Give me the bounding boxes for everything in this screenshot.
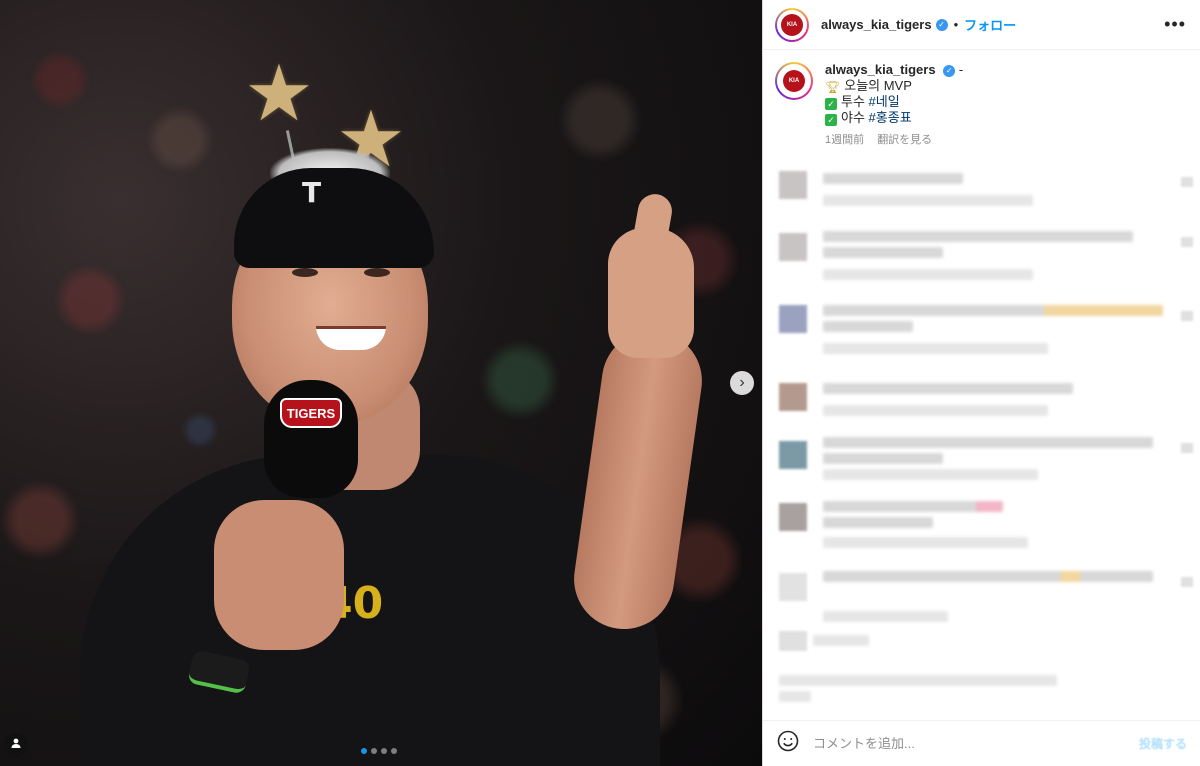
avatar[interactable] (779, 171, 807, 199)
list-item (763, 375, 1200, 435)
caption-line: 야수 (841, 110, 865, 125)
avatar[interactable] (779, 383, 807, 411)
post-header: KIA always_kia_tigers ✓ • フォロー ••• (763, 0, 1200, 50)
list-item (763, 631, 1200, 675)
caption-line: 오늘의 MVP (844, 78, 912, 93)
avatar[interactable] (779, 305, 807, 333)
list-item (763, 301, 1200, 375)
list-item (763, 165, 1200, 229)
user-tag-icon[interactable] (4, 733, 28, 757)
list-item (763, 435, 1200, 497)
mic-tigers-badge: TIGERS (280, 398, 342, 428)
username-link[interactable]: always_kia_tigers (821, 17, 932, 32)
hashtag-link[interactable]: #홍종표 (869, 110, 912, 125)
more-icon[interactable]: ••• (1164, 14, 1186, 35)
follow-button[interactable]: フォロー (964, 15, 1016, 34)
list-item (763, 675, 1200, 715)
caption-username[interactable]: always_kia_tigers (825, 62, 936, 77)
checkbox-icon: ✓ (825, 98, 837, 110)
carousel-dot (381, 748, 387, 754)
avatar[interactable] (779, 503, 807, 531)
post-photo[interactable]: ★ ★ 40 T TIGERS › (0, 0, 762, 766)
chevron-right-icon[interactable]: › (730, 371, 754, 395)
carousel-dot (371, 748, 377, 754)
caption-suffix: - (958, 62, 964, 77)
tigers-logo-icon: KIA (783, 70, 805, 92)
heart-icon[interactable] (1181, 177, 1193, 187)
comment-list (763, 165, 1200, 715)
caption-meta: 1週間前 翻訳を見る (825, 132, 963, 148)
heart-icon[interactable] (1181, 237, 1193, 247)
caption-line: 투수 (841, 94, 865, 109)
heart-icon[interactable] (1181, 311, 1193, 321)
smile-icon[interactable] (777, 730, 799, 758)
hashtag-link[interactable]: #네일 (869, 94, 900, 109)
hand-holding-mic (214, 500, 344, 650)
heart-icon[interactable] (1181, 577, 1193, 587)
cap-logo: T (302, 176, 322, 209)
translate-link[interactable]: 翻訳を見る (877, 134, 932, 146)
list-item (763, 229, 1200, 301)
avatar[interactable] (779, 631, 807, 651)
comment-input[interactable] (813, 736, 1139, 751)
caption: KIA always_kia_tigers ✓ - 🏆︎ 오늘의 MVP ✓ 투수 … (763, 50, 1200, 148)
star-decoration: ★ (244, 49, 314, 137)
verified-badge-icon: ✓ (935, 18, 948, 31)
avatar[interactable] (779, 233, 807, 261)
checkbox-icon: ✓ (825, 114, 837, 126)
carousel-dot (361, 748, 367, 754)
heart-icon[interactable] (1181, 443, 1193, 453)
list-item (763, 567, 1200, 631)
carousel-dot (391, 748, 397, 754)
list-item (763, 497, 1200, 567)
eye (364, 268, 390, 277)
timestamp[interactable]: 1週間前 (825, 134, 864, 146)
caption-body: always_kia_tigers ✓ - 🏆︎ 오늘의 MVP ✓ 투수 #네일 … (825, 62, 963, 148)
separator: • (953, 17, 959, 32)
avatar[interactable] (779, 573, 807, 601)
avatar[interactable]: KIA (775, 62, 813, 100)
trophy-icon: 🏆︎ (825, 80, 841, 94)
carousel-indicator (361, 748, 397, 754)
comment-composer: 投稿する (763, 720, 1200, 766)
verified-badge-icon: ✓ (943, 64, 956, 77)
avatar[interactable]: KIA (775, 7, 809, 42)
avatar[interactable] (779, 441, 807, 469)
eye (292, 268, 318, 277)
post-side-panel: KIA always_kia_tigers ✓ • フォロー ••• KIA a… (762, 0, 1200, 766)
tigers-logo-icon: KIA (781, 13, 803, 36)
post-comment-button[interactable]: 投稿する (1139, 735, 1187, 752)
